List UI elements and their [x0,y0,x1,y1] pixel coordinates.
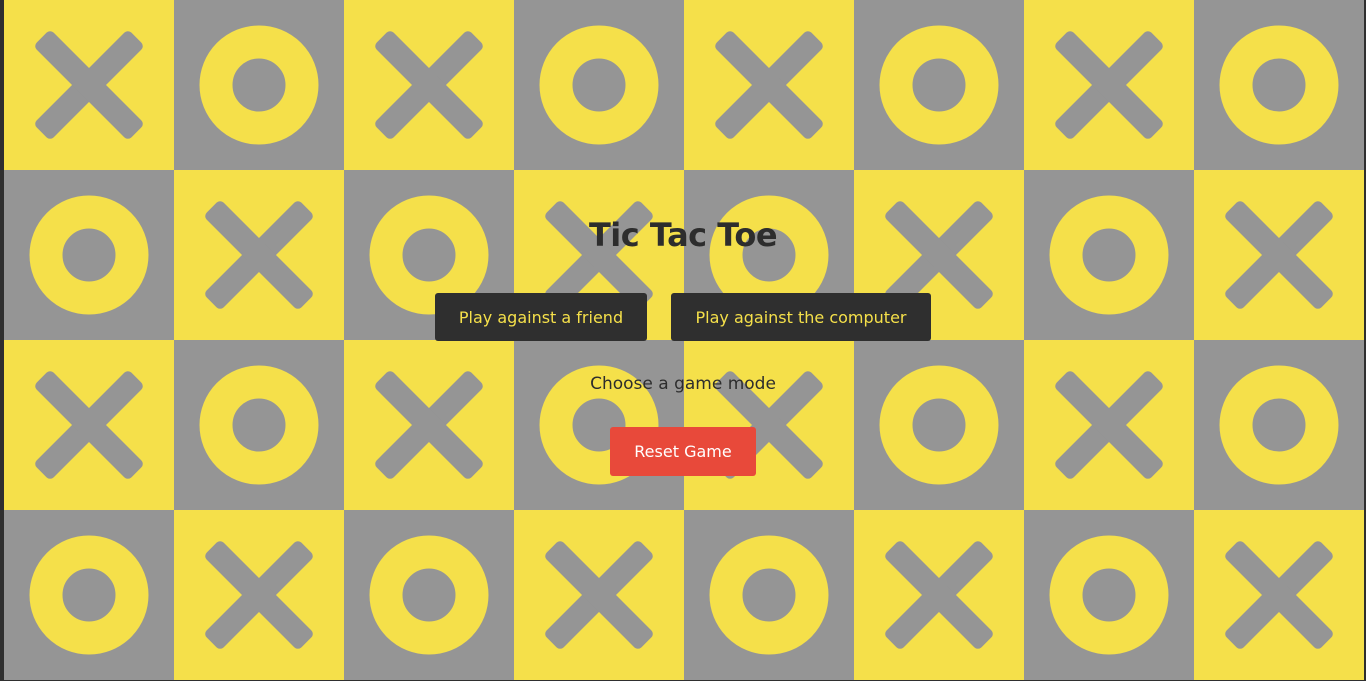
page-title: Tic Tac Toe [588,216,778,254]
game-panel: Tic Tac Toe Play against a friend Play a… [0,0,1366,681]
play-computer-button[interactable]: Play against the computer [671,293,931,341]
reset-game-button[interactable]: Reset Game [610,427,756,476]
play-friend-button[interactable]: Play against a friend [435,293,647,341]
status-text: Choose a game mode [590,374,776,394]
